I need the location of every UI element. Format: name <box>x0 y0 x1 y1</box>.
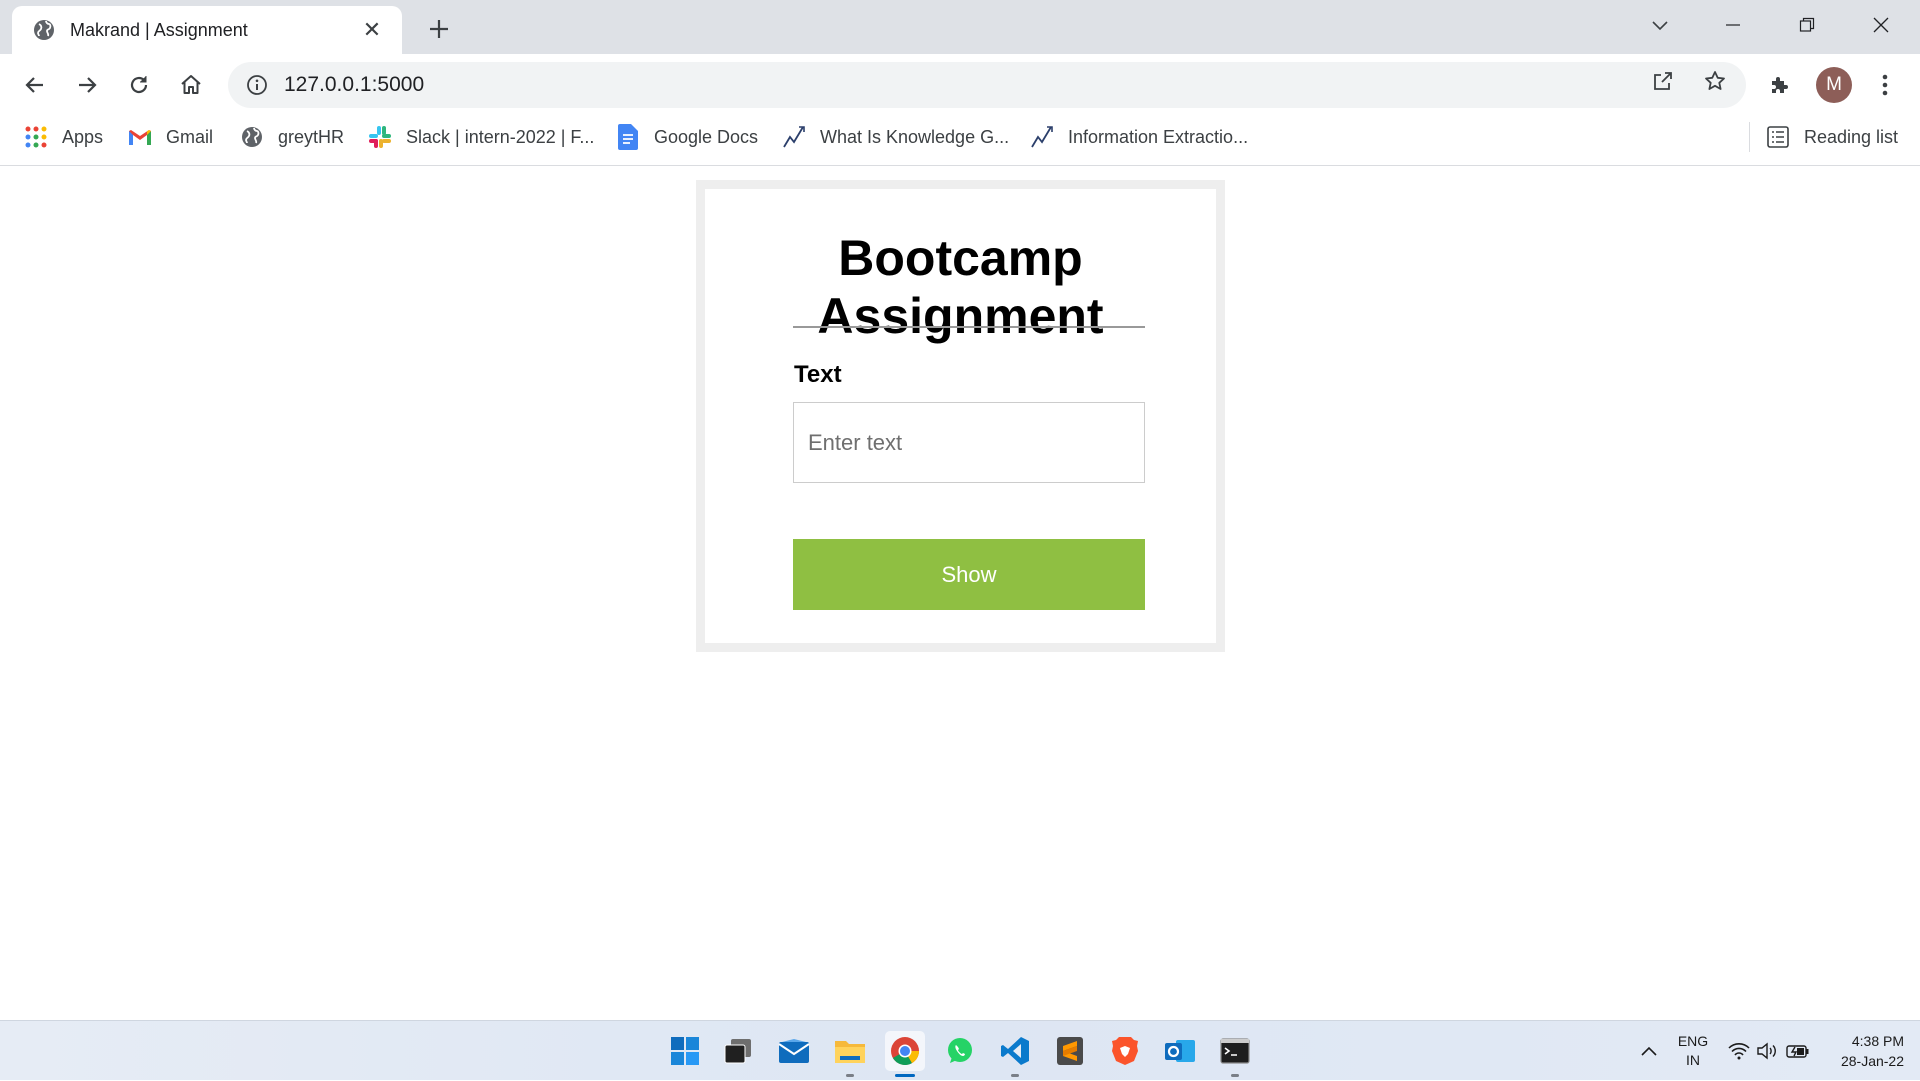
reading-list-icon <box>1766 125 1790 149</box>
show-button[interactable]: Show <box>793 539 1145 610</box>
bookmark-apps[interactable]: Apps <box>24 116 103 158</box>
language-indicator[interactable]: ENG IN <box>1670 1021 1716 1081</box>
home-button[interactable] <box>172 66 210 104</box>
star-icon <box>1705 71 1725 90</box>
profile-avatar[interactable]: M <box>1816 67 1852 103</box>
bookmark-information-extraction[interactable]: Information Extractio... <box>1030 116 1248 158</box>
tab-close-icon[interactable]: ✕ <box>358 16 386 44</box>
tab-title: Makrand | Assignment <box>70 19 248 40</box>
reload-button[interactable] <box>120 66 158 104</box>
battery-icon[interactable] <box>1784 1021 1812 1081</box>
reading-list-button[interactable]: Reading list <box>1766 116 1898 158</box>
apps-grid-icon <box>24 125 48 149</box>
clock-time: 4:38 PM <box>1851 1033 1904 1049</box>
brave-icon[interactable] <box>1105 1031 1145 1071</box>
bookmarks-divider <box>1749 122 1750 152</box>
chrome-icon[interactable] <box>885 1031 925 1077</box>
close-icon <box>1873 17 1889 33</box>
puzzle-icon <box>1772 77 1788 93</box>
tab-search-button[interactable] <box>1624 0 1696 50</box>
arrow-forward-icon <box>79 77 97 93</box>
file-explorer-icon[interactable] <box>830 1031 870 1077</box>
restore-icon <box>1799 17 1815 32</box>
menu-button[interactable] <box>1866 66 1904 104</box>
google-docs-icon <box>616 124 640 150</box>
slack-icon <box>368 125 392 149</box>
browser-tab[interactable]: Makrand | Assignment ✕ <box>12 6 402 54</box>
wifi-icon[interactable] <box>1726 1021 1752 1081</box>
bookmark-knowledge-graph[interactable]: What Is Knowledge G... <box>782 116 1009 158</box>
home-icon <box>181 75 201 94</box>
close-window-button[interactable] <box>1845 0 1917 50</box>
globe-icon <box>32 18 56 42</box>
running-indicator <box>1231 1074 1239 1077</box>
vscode-icon[interactable] <box>995 1031 1035 1077</box>
terminal-icon[interactable] <box>1215 1031 1255 1077</box>
trend-icon <box>782 125 806 149</box>
clock[interactable]: 4:38 PM 28-Jan-22 <box>1826 1021 1904 1081</box>
language-code: ENG <box>1677 1033 1709 1049</box>
bookmark-star-button[interactable] <box>1696 62 1734 100</box>
clock-date: 28-Jan-22 <box>1840 1053 1904 1069</box>
new-tab-button[interactable] <box>420 10 458 48</box>
running-indicator <box>895 1074 915 1077</box>
bookmark-slack[interactable]: Slack | intern-2022 | F... <box>368 116 594 158</box>
bookmark-label: Information Extractio... <box>1068 126 1249 147</box>
info-icon[interactable] <box>244 72 270 98</box>
assignment-card: Bootcamp Assignment Text Show <box>696 180 1225 652</box>
extensions-button[interactable] <box>1761 66 1799 104</box>
minimize-icon <box>1726 24 1740 26</box>
outlook-icon[interactable] <box>1160 1031 1200 1071</box>
back-button[interactable] <box>16 66 54 104</box>
windows-start-icon[interactable] <box>665 1031 705 1071</box>
arrow-back-icon <box>25 77 43 93</box>
reading-list-label: Reading list <box>1804 126 1899 147</box>
windows-taskbar: ENG IN 4:38 PM 28-Jan-22 <box>0 1020 1920 1080</box>
share-button[interactable] <box>1644 62 1682 100</box>
mail-icon[interactable] <box>774 1031 814 1071</box>
running-indicator <box>1011 1074 1019 1077</box>
browser-toolbar: 127.0.0.1:5000 M <box>0 54 1920 116</box>
bookmark-greythr[interactable]: greytHR <box>240 116 344 158</box>
browser-titlebar: Makrand | Assignment ✕ <box>0 0 1920 54</box>
restore-button[interactable] <box>1771 0 1843 50</box>
gmail-icon <box>128 125 152 149</box>
show-hidden-icons-button[interactable] <box>1636 1021 1662 1081</box>
kebab-menu-icon <box>1882 74 1888 96</box>
trend-icon <box>1030 125 1054 149</box>
plus-icon <box>430 20 448 38</box>
running-indicator <box>846 1074 854 1077</box>
task-view-icon[interactable] <box>718 1031 758 1071</box>
share-icon <box>1654 72 1672 90</box>
bookmark-label: Apps <box>62 126 104 147</box>
globe-icon <box>240 125 264 149</box>
text-input[interactable] <box>793 402 1145 483</box>
bookmark-label: Gmail <box>166 126 214 147</box>
sublime-text-icon[interactable] <box>1050 1031 1090 1071</box>
chevron-down-icon <box>1652 21 1668 31</box>
bookmark-label: Slack | intern-2022 | F... <box>406 126 595 147</box>
bookmark-label: Google Docs <box>654 126 759 147</box>
region-code: IN <box>1686 1052 1700 1068</box>
bookmark-label: What Is Knowledge G... <box>820 126 1010 147</box>
bookmarks-bar: Apps Gmail greytHR Slack | intern-2022 |… <box>0 116 1920 166</box>
chevron-up-icon <box>1641 1046 1657 1056</box>
address-bar[interactable]: 127.0.0.1:5000 <box>228 62 1746 108</box>
minimize-button[interactable] <box>1697 0 1769 50</box>
text-field-label: Text <box>794 361 842 388</box>
url-text[interactable]: 127.0.0.1:5000 <box>284 73 424 97</box>
volume-icon[interactable] <box>1754 1021 1780 1081</box>
whatsapp-icon[interactable] <box>940 1031 980 1071</box>
reload-icon <box>130 76 148 94</box>
bookmark-label: greytHR <box>278 126 345 147</box>
forward-button[interactable] <box>68 66 106 104</box>
bookmark-google-docs[interactable]: Google Docs <box>616 116 758 158</box>
heading-divider <box>793 326 1145 328</box>
bookmark-gmail[interactable]: Gmail <box>128 116 213 158</box>
